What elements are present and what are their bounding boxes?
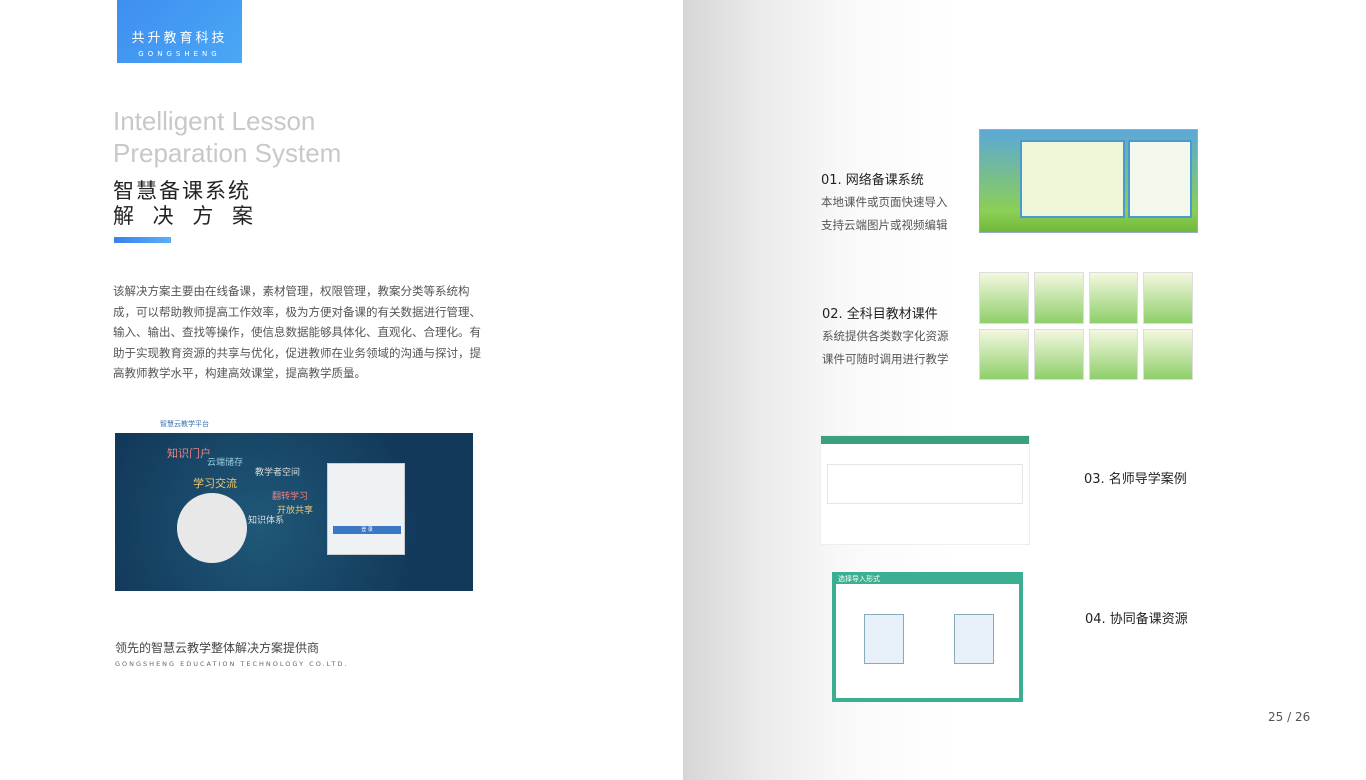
right-panel-background [683,0,1366,780]
dialog-title: 选择导入形式 [838,575,880,583]
label: 翻转学习 [272,492,309,502]
feature-1-line1: 本地课件或页面快速导入 [821,195,948,209]
accent-bar [114,237,171,243]
title-cn-line2: 解 决 方 案 [113,204,260,228]
feature-2-title: 02. 全科目教材课件 [822,307,938,322]
feature-4-title: 04. 协同备课资源 [1085,612,1188,627]
login-panel: 登 录 [327,463,405,555]
title-en-line2: Preparation System [113,138,342,168]
teacher-case-screenshot [820,435,1030,545]
page-number: 25 / 26 [1268,710,1311,724]
moon-illustration [177,493,247,563]
lesson-prep-screenshot [979,129,1198,233]
description: 该解决方案主要由在线备课，素材管理，权限管理，教案分类等系统构成，可以帮助教师提… [113,284,481,380]
brand-logo: 共升教育科技 GONGSHENG [117,0,242,63]
label: 教学者空间 [255,468,301,478]
brand-name-cn: 共升教育科技 [131,31,228,46]
feature-3-title: 03. 名师导学案例 [1084,472,1187,487]
label: 知识门户 [167,447,211,460]
platform-login-screenshot: 知识门户 云端储存 学习交流 教学者空间 翻转学习 开放共享 知识体系 登 录 [115,433,473,591]
import-dialog-screenshot: 选择导入形式 [832,572,1023,702]
feature-1-title: 01. 网络备课系统 [821,173,924,188]
feature-1-line2: 支持云端图片或视频编辑 [821,218,948,232]
feature-2-line1: 系统提供各类数字化资源 [822,329,949,343]
label: 知识体系 [248,516,285,526]
textbook-covers-screenshot [979,272,1193,380]
tagline-cn: 领先的智慧云教学整体解决方案提供商 [115,641,320,655]
title-en-line1: Intelligent Lesson [113,106,316,136]
tagline-en: GONGSHENG EDUCATION TECHNOLOGY CO.LTD. [115,660,349,668]
label: 云端储存 [207,458,244,468]
login-button: 登 录 [333,526,401,534]
feature-2-line2: 课件可随时调用进行教学 [822,352,949,366]
brand-name-en: GONGSHENG [138,50,221,58]
label: 学习交流 [193,477,237,490]
platform-header: 智慧云教学平台 [160,420,209,428]
